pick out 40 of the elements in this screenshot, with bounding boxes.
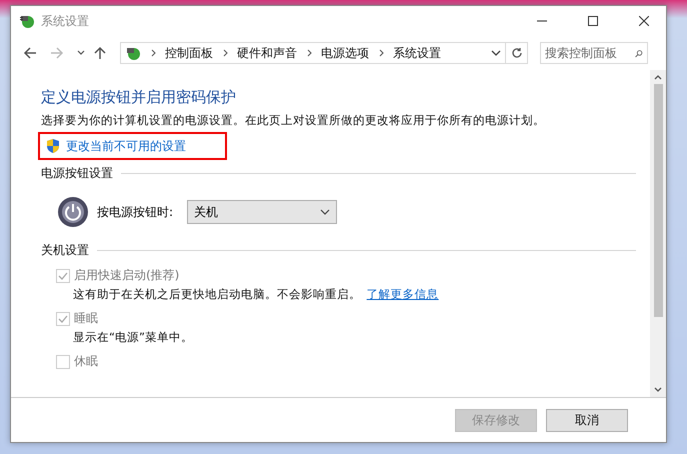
option-description: 这有助于在关机之后更快地启动电脑。不会影响重启。 (73, 287, 361, 301)
refresh-icon (510, 47, 522, 59)
power-button-label: 按电源按钮时: (97, 204, 174, 220)
chevron-down-icon[interactable] (491, 50, 501, 56)
refresh-button[interactable] (506, 42, 528, 64)
power-button-icon (57, 196, 89, 228)
chevron-right-icon (379, 49, 385, 57)
scroll-up-icon[interactable] (654, 74, 662, 80)
power-plug-icon (19, 13, 35, 29)
up-arrow-icon[interactable] (93, 46, 107, 60)
breadcrumb-item[interactable]: 硬件和声音 (237, 44, 297, 62)
option-description: 显示在“电源”菜单中。 (73, 330, 193, 344)
page-heading: 定义电源按钮并启用密码保护 (41, 88, 237, 107)
chevron-right-icon (223, 49, 229, 57)
breadcrumb-item[interactable]: 控制面板 (165, 44, 213, 62)
address-bar[interactable]: 控制面板 硬件和声音 电源选项 系统设置 (120, 42, 506, 64)
breadcrumb-item[interactable]: 系统设置 (393, 44, 441, 62)
power-action-dropdown[interactable]: 关机 (187, 200, 338, 224)
chevron-right-icon (151, 49, 157, 57)
close-icon (638, 16, 648, 26)
section-title: 关机设置 (41, 242, 89, 259)
checkbox-label: 启用快速启动(推荐) (74, 267, 180, 284)
section-title: 电源按钮设置 (41, 165, 113, 182)
shield-icon (46, 138, 60, 154)
scroll-down-icon[interactable] (654, 387, 662, 393)
chevron-right-icon (307, 49, 313, 57)
checkbox-label: 睡眠 (74, 310, 98, 327)
scrollbar[interactable] (650, 70, 666, 397)
chevron-down-icon (320, 209, 330, 215)
search-field[interactable]: 搜索控制面板 (540, 42, 648, 64)
maximize-icon (588, 16, 598, 26)
change-settings-link[interactable]: 更改当前不可用的设置 (66, 138, 186, 154)
chevron-down-icon[interactable] (77, 50, 85, 56)
cancel-button[interactable]: 取消 (546, 408, 628, 432)
window-title: 系统设置 (41, 12, 89, 30)
page-description: 选择要为你的计算机设置的电源设置。在此页上对设置所做的更改将应用于你所有的电源计划。 (41, 113, 546, 128)
checkbox-label: 休眠 (74, 353, 98, 370)
power-plug-icon (125, 45, 141, 61)
breadcrumb-item[interactable]: 电源选项 (321, 44, 369, 62)
back-arrow-icon[interactable] (23, 46, 37, 60)
